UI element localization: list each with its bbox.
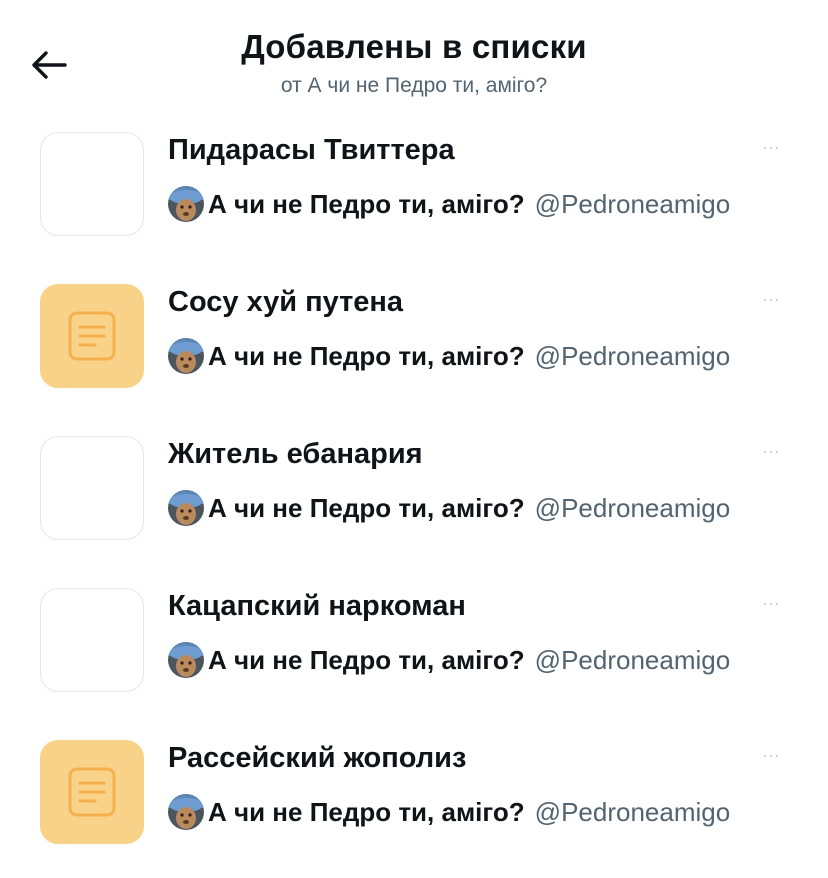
list-item[interactable]: Сосу хуй путена А чи не Педро ти, аміго?… [0, 270, 828, 422]
page-subtitle: от А чи не Педро ти, аміго? [280, 74, 548, 97]
owner-handle: @Pedroneamigo [534, 796, 731, 827]
list-owner: А чи не Педро ти, аміго? @Pedroneamigo [168, 338, 730, 374]
list-item[interactable]: Житель ебанария А чи не Педро ти, аміго?… [0, 422, 828, 574]
more-dots-icon[interactable] [764, 600, 778, 608]
owner-handle: @Pedroneamigo [534, 492, 731, 523]
list-name: Житель ебанария [168, 438, 423, 470]
list-thumbnail [40, 436, 144, 540]
more-dots-icon[interactable] [764, 144, 778, 152]
page-title: Добавлены в списки [241, 28, 587, 65]
list-name: Сосу хуй путена [168, 286, 404, 318]
list-name: Пидарасы Твиттера [168, 134, 455, 166]
list-item[interactable]: Рассейский жополиз А чи не Педро ти, амі… [0, 726, 828, 878]
avatar [168, 794, 204, 830]
list-name: Кацапский наркоман [168, 590, 466, 622]
owner-handle: @Pedroneamigo [534, 340, 731, 371]
list-item[interactable]: Пидарасы Твиттера А чи не Педро ти, аміг… [0, 118, 828, 270]
avatar [168, 186, 204, 222]
owner-name: А чи не Педро ти, аміго? [208, 644, 525, 675]
avatar [168, 338, 204, 374]
list-owner: А чи не Педро ти, аміго? @Pedroneamigo [168, 490, 730, 526]
list-document-icon [68, 767, 116, 817]
list-owner: А чи не Педро ти, аміго? @Pedroneamigo [168, 794, 730, 830]
avatar [168, 490, 204, 526]
list-owner: А чи не Педро ти, аміго? @Pedroneamigo [168, 642, 730, 678]
list-document-icon [68, 311, 116, 361]
list-item[interactable]: Кацапский наркоман А чи не Педро ти, амі… [0, 574, 828, 726]
more-dots-icon[interactable] [764, 296, 778, 304]
more-dots-icon[interactable] [764, 448, 778, 456]
owner-handle: @Pedroneamigo [534, 188, 731, 219]
list-thumbnail [40, 132, 144, 236]
owner-name: А чи не Педро ти, аміго? [208, 492, 525, 523]
list-owner: А чи не Педро ти, аміго? @Pedroneamigo [168, 186, 730, 222]
lists-container: Пидарасы Твиттера А чи не Педро ти, аміг… [0, 118, 828, 878]
list-thumbnail [40, 284, 144, 388]
owner-name: А чи не Педро ти, аміго? [208, 340, 525, 371]
owner-name: А чи не Педро ти, аміго? [208, 188, 525, 219]
avatar [168, 642, 204, 678]
list-thumbnail [40, 588, 144, 692]
owner-handle: @Pedroneamigo [534, 644, 731, 675]
more-dots-icon[interactable] [764, 752, 778, 760]
header: Добавлены в списки от А чи не Педро ти, … [0, 0, 828, 118]
list-name: Рассейский жополиз [168, 742, 467, 774]
owner-name: А чи не Педро ти, аміго? [208, 796, 525, 827]
list-thumbnail [40, 740, 144, 844]
